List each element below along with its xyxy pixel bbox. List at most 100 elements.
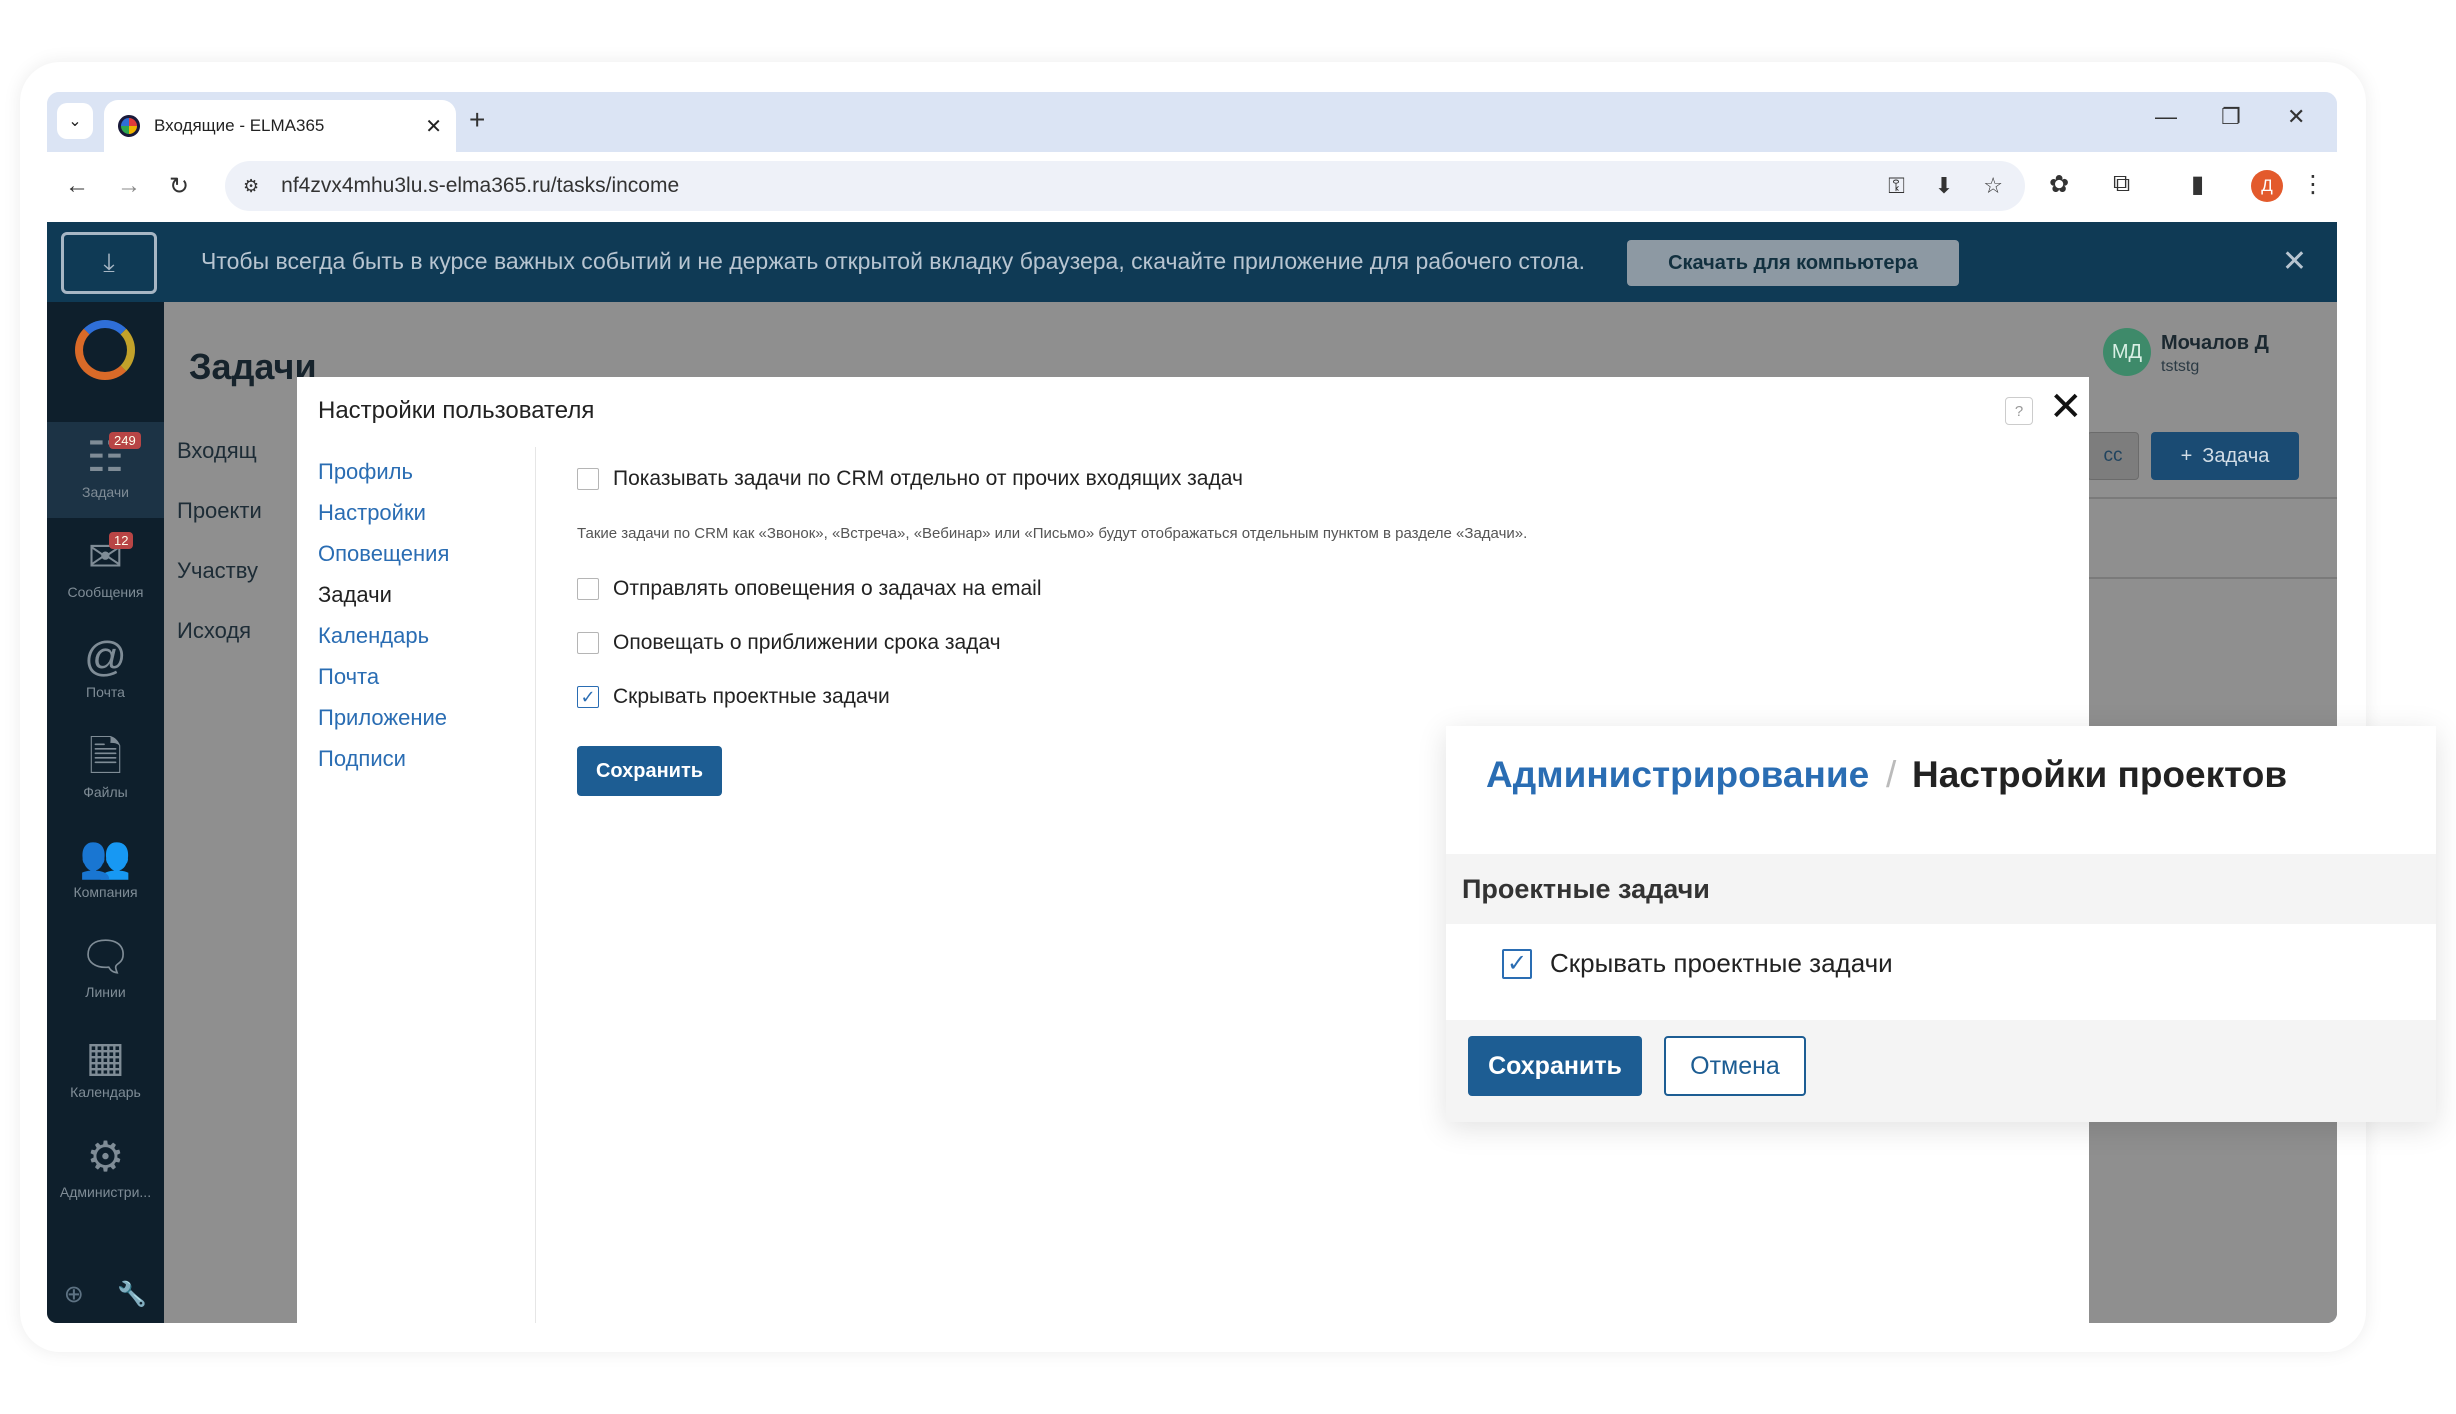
sidebar-item-3[interactable]: 🗎 Файлы bbox=[47, 722, 164, 818]
divider bbox=[2087, 497, 2337, 499]
url-text[interactable]: nf4zvx4mhu3lu.s-elma365.ru/tasks/income bbox=[281, 174, 679, 198]
new-tab-icon[interactable]: + bbox=[469, 104, 485, 136]
banner-close-icon[interactable]: ✕ bbox=[2282, 244, 2307, 279]
subnav-income[interactable]: Входящ bbox=[177, 438, 257, 464]
install-app-icon[interactable]: ⬇ bbox=[1935, 173, 1953, 199]
sidebar-item-4[interactable]: 👥 Компания bbox=[47, 822, 164, 918]
breadcrumb-separator: / bbox=[1886, 754, 1897, 795]
elma-logo[interactable] bbox=[75, 320, 135, 380]
sidebar-item-label: Компания bbox=[73, 884, 138, 900]
settings-nav-tasks[interactable]: Задачи bbox=[318, 582, 392, 608]
desktop-download-icon: ⤓ bbox=[61, 232, 157, 294]
sidebar-badge: 12 bbox=[109, 532, 134, 549]
callout-cancel-button[interactable]: Отмена bbox=[1664, 1036, 1806, 1096]
extension-icon[interactable]: ✿ bbox=[2049, 170, 2069, 199]
subnav-participate[interactable]: Участву bbox=[177, 558, 258, 584]
plus-icon: + bbox=[2180, 444, 2193, 467]
browser-menu-icon[interactable]: ⋮ bbox=[2301, 170, 2325, 199]
sidebar-badge: 249 bbox=[109, 432, 141, 449]
crm-hint-text: Такие задачи по CRM как «Звонок», «Встре… bbox=[577, 525, 1528, 542]
option-hide-project-tasks[interactable]: ✓ Скрывать проектные задачи bbox=[577, 685, 890, 709]
option-label: Оповещать о приближении срока задач bbox=[613, 631, 1001, 654]
option-label: Отправлять оповещения о задачах на email bbox=[613, 577, 1042, 600]
extensions-puzzle-icon[interactable]: ⧉ bbox=[2113, 170, 2130, 198]
section-title: Проектные задачи bbox=[1462, 874, 1710, 904]
forward-arrow-icon[interactable]: → bbox=[117, 172, 141, 200]
elma-favicon-icon bbox=[118, 115, 140, 137]
project-settings-callout: Администрирование / Настройки проектов П… bbox=[1446, 726, 2436, 1122]
option-crm-separate[interactable]: Показывать задачи по CRM отдельно от про… bbox=[577, 467, 1243, 491]
settings-nav-app[interactable]: Приложение bbox=[318, 705, 447, 731]
checkbox-crm-separate[interactable] bbox=[577, 468, 599, 490]
sidebar-item-label: Файлы bbox=[83, 784, 128, 800]
window-close-icon[interactable]: ✕ bbox=[2287, 104, 2305, 130]
new-task-label: Задача bbox=[2202, 444, 2270, 467]
bookmark-star-icon[interactable]: ☆ bbox=[1983, 173, 2003, 199]
user-name[interactable]: Мочалов Д bbox=[2161, 332, 2269, 355]
messages-icon: ✉ bbox=[87, 533, 124, 580]
sidebar-item-label: Администри... bbox=[59, 1184, 152, 1200]
user-login: tststg bbox=[2161, 358, 2200, 375]
sidebar-item-label: Календарь bbox=[70, 1084, 141, 1100]
callout-option-label: Скрывать проектные задачи bbox=[1550, 948, 1893, 978]
sidebar-item-label: Линии bbox=[85, 984, 126, 1000]
new-task-button[interactable]: + Задача bbox=[2151, 432, 2299, 480]
add-circle-icon[interactable]: ⊕ bbox=[64, 1280, 84, 1309]
sidebar-item-1[interactable]: ✉ Сообщения 12 bbox=[47, 522, 164, 618]
callout-checkbox-hide-project-tasks[interactable]: ✓ bbox=[1502, 948, 1532, 979]
sidebar-item-0[interactable]: ☷ Задачи 249 bbox=[47, 422, 164, 518]
sidebar-item-5[interactable]: 🗨 Линии bbox=[47, 922, 164, 1018]
breadcrumb-admin-link[interactable]: Администрирование bbox=[1486, 754, 1869, 796]
settings-nav-profile[interactable]: Профиль bbox=[318, 459, 413, 485]
tab-search-dropdown-icon[interactable]: ⌄ bbox=[57, 103, 93, 139]
password-key-icon[interactable]: ⚿ bbox=[1888, 173, 1905, 199]
settings-nav-settings[interactable]: Настройки bbox=[318, 500, 426, 526]
option-email-notify[interactable]: Отправлять оповещения о задачах на email bbox=[577, 577, 1042, 601]
checkbox-hide-project-tasks[interactable]: ✓ bbox=[577, 686, 599, 708]
banner-text: Чтобы всегда быть в курсе важных событий… bbox=[201, 248, 1586, 274]
side-panel-icon[interactable]: ▮ bbox=[2191, 170, 2204, 199]
callout-save-button[interactable]: Сохранить bbox=[1468, 1036, 1642, 1096]
site-settings-icon[interactable]: ⚙ bbox=[243, 176, 259, 197]
breadcrumb-current: Настройки проектов bbox=[1912, 754, 2288, 795]
divider bbox=[2087, 577, 2337, 579]
download-banner: ⤓ Чтобы всегда быть в курсе важных событ… bbox=[47, 222, 2337, 302]
option-deadline-notify[interactable]: Оповещать о приближении срока задач bbox=[577, 631, 1001, 655]
callout-option-hide-project-tasks[interactable]: ✓ Скрывать проектные задачи bbox=[1502, 948, 1893, 979]
tab-bar: ⌄ Входящие - ELMA365 ✕ + — ❐ ✕ bbox=[47, 92, 2337, 152]
wrench-icon[interactable]: 🔧 bbox=[117, 1280, 147, 1309]
checkbox-email-notify[interactable] bbox=[577, 578, 599, 600]
settings-nav-signatures[interactable]: Подписи bbox=[318, 746, 406, 772]
download-desktop-button[interactable]: Скачать для компьютера bbox=[1627, 240, 1959, 286]
sidebar-item-7[interactable]: ⚙ Администри... bbox=[47, 1122, 164, 1218]
tab-title: Входящие - ELMA365 bbox=[154, 116, 325, 135]
reload-icon[interactable]: ↻ bbox=[169, 172, 189, 201]
browser-tab[interactable]: Входящие - ELMA365 ✕ bbox=[104, 100, 456, 152]
sidebar: ☷ Задачи 249 ✉ Сообщения 12 @ Почта 🗎 Файлы 👥 Компа… bbox=[47, 302, 164, 1323]
profile-avatar[interactable]: Д bbox=[2251, 170, 2283, 202]
subnav-outgoing[interactable]: Исходя bbox=[177, 618, 251, 644]
browser-window: ⌄ Входящие - ELMA365 ✕ + — ❐ ✕ ← → ↻ ⚙ n… bbox=[47, 92, 2337, 1323]
minimize-icon[interactable]: — bbox=[2155, 104, 2177, 130]
modal-title: Настройки пользователя bbox=[318, 397, 595, 424]
tab-close-icon[interactable]: ✕ bbox=[425, 114, 442, 139]
user-avatar[interactable]: МД bbox=[2103, 328, 2151, 376]
omnibox[interactable]: ⚙ nf4zvx4mhu3lu.s-elma365.ru/tasks/incom… bbox=[225, 161, 2025, 211]
settings-nav-notifications[interactable]: Оповещения bbox=[318, 541, 449, 567]
settings-nav-mail[interactable]: Почта bbox=[318, 664, 379, 690]
mail-icon: @ bbox=[84, 633, 127, 680]
checkbox-deadline-notify[interactable] bbox=[577, 632, 599, 654]
sidebar-item-2[interactable]: @ Почта bbox=[47, 622, 164, 718]
option-label: Скрывать проектные задачи bbox=[613, 685, 890, 708]
sidebar-item-6[interactable]: ▦ Календарь bbox=[47, 1022, 164, 1118]
subnav-projects[interactable]: Проекти bbox=[177, 498, 262, 524]
breadcrumb: Администрирование / Настройки проектов bbox=[1446, 726, 2436, 854]
address-bar: ← → ↻ ⚙ nf4zvx4mhu3lu.s-elma365.ru/tasks… bbox=[47, 152, 2337, 222]
save-button[interactable]: Сохранить bbox=[577, 746, 722, 796]
process-button-partial[interactable]: сс bbox=[2087, 432, 2139, 480]
restore-icon[interactable]: ❐ bbox=[2221, 104, 2241, 130]
settings-nav: Профиль Настройки Оповещения Задачи Кале… bbox=[297, 447, 536, 1323]
admin-gear-icon: ⚙ bbox=[86, 1133, 125, 1180]
settings-nav-calendar[interactable]: Календарь bbox=[318, 623, 429, 649]
back-arrow-icon[interactable]: ← bbox=[65, 172, 89, 200]
